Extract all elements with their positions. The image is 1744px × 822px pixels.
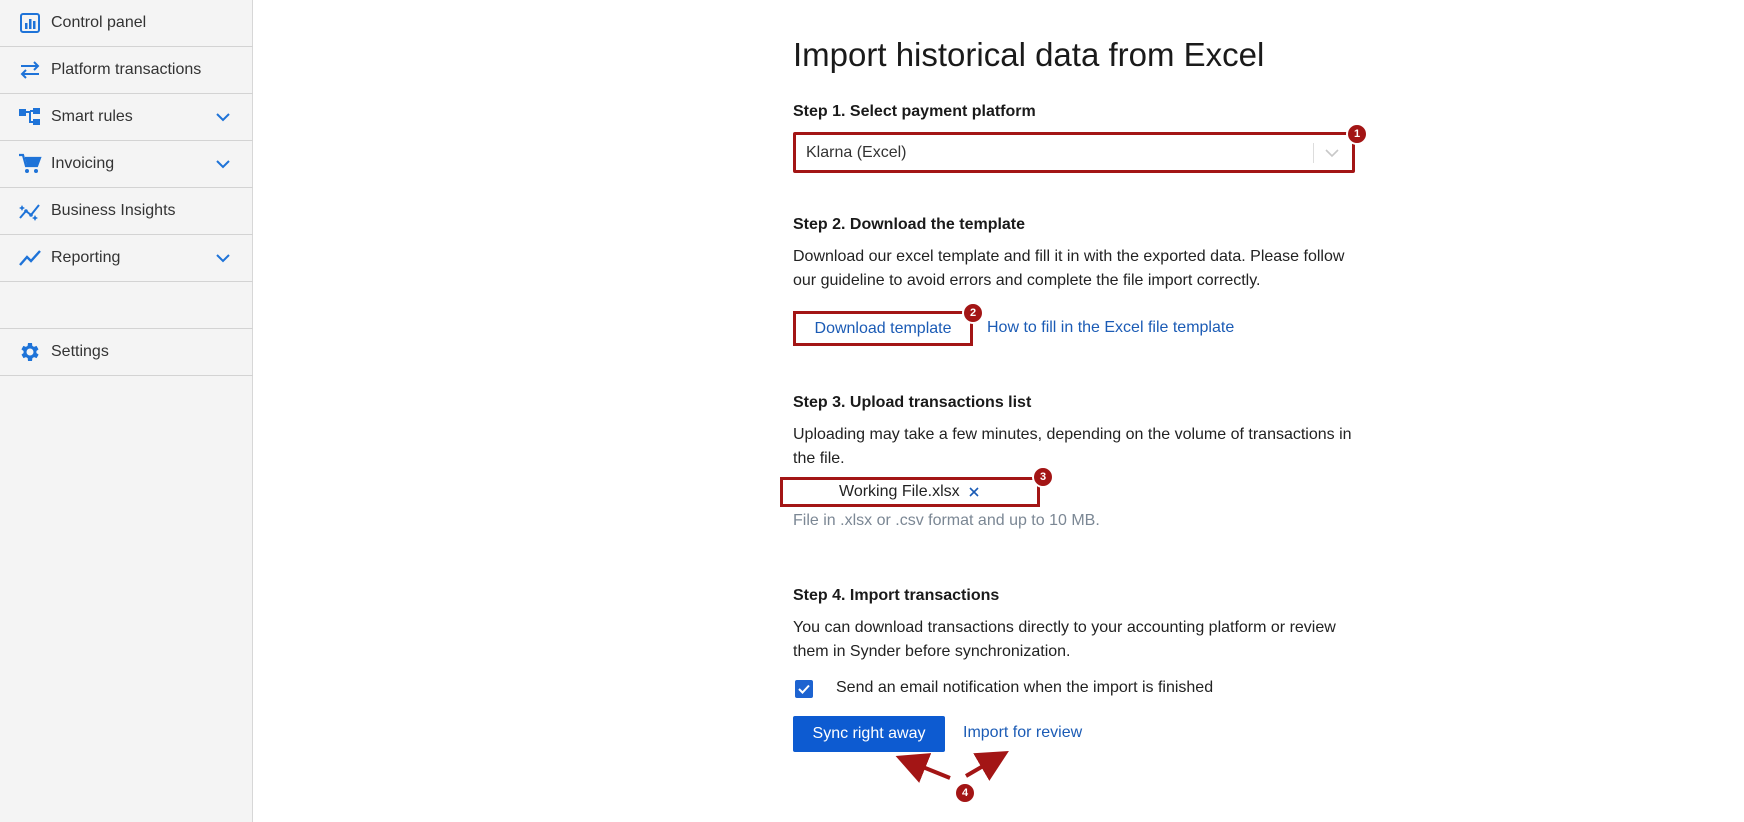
email-notification-checkbox[interactable] [795, 680, 813, 698]
template-guide-link[interactable]: How to fill in the Excel file template [987, 319, 1234, 337]
step3-description: Uploading may take a few minutes, depend… [793, 426, 1352, 467]
transfer-arrows-icon [18, 58, 42, 82]
sidebar-item-business-insights[interactable]: Business Insights [0, 188, 253, 235]
chevron-down-icon[interactable] [215, 109, 231, 125]
sidebar-item-settings[interactable]: Settings [0, 329, 253, 376]
payment-platform-select[interactable]: Klarna (Excel) [793, 132, 1355, 173]
select-separator [1313, 143, 1314, 163]
sidebar-item-invoicing[interactable]: Invoicing [0, 141, 253, 188]
step4-description: You can download transactions directly t… [793, 619, 1336, 660]
sidebar: Control panel Platform transactions Smar… [0, 0, 253, 822]
chevron-down-icon[interactable] [215, 250, 231, 266]
uploaded-file-chip: Working File.xlsx [780, 477, 1040, 507]
annotation-badge-3: 3 [1032, 466, 1054, 488]
checkmark-icon [798, 684, 810, 694]
sidebar-item-smart-rules[interactable]: Smart rules [0, 94, 253, 141]
chevron-down-icon[interactable] [1324, 145, 1340, 161]
sidebar-item-label: Smart rules [51, 108, 133, 125]
import-for-review-link[interactable]: Import for review [963, 724, 1082, 742]
sidebar-item-label: Settings [51, 343, 109, 360]
remove-file-icon[interactable] [968, 486, 980, 498]
payment-platform-value: Klarna (Excel) [806, 143, 907, 161]
gear-icon [18, 340, 42, 364]
sidebar-item-label: Business Insights [51, 202, 176, 219]
sidebar-item-reporting[interactable]: Reporting [0, 235, 253, 282]
step1-heading: Step 1. Select payment platform [793, 103, 1036, 120]
sidebar-item-label: Platform transactions [51, 61, 202, 78]
dashboard-icon [18, 11, 42, 35]
file-format-hint: File in .xlsx or .csv format and up to 1… [793, 512, 1100, 529]
hierarchy-icon [18, 105, 42, 129]
email-notification-label[interactable]: Send an email notification when the impo… [836, 679, 1213, 697]
sidebar-item-control-panel[interactable]: Control panel [0, 0, 253, 47]
sidebar-divider [0, 282, 253, 329]
step2-description: Download our excel template and fill it … [793, 248, 1345, 289]
insights-icon [18, 199, 42, 223]
page-title: Import historical data from Excel [793, 36, 1265, 73]
download-template-button[interactable]: Download template [793, 311, 973, 346]
annotation-badge-2: 2 [962, 302, 984, 324]
sidebar-item-label: Invoicing [51, 155, 115, 172]
chevron-down-icon[interactable] [215, 156, 231, 172]
step4-heading: Step 4. Import transactions [793, 587, 1000, 604]
sync-right-away-button[interactable]: Sync right away [793, 716, 945, 752]
annotation-badge-1: 1 [1346, 123, 1368, 145]
cart-icon [18, 152, 42, 176]
sidebar-item-label: Control panel [51, 14, 147, 31]
arrow-to-review-link [964, 750, 1009, 781]
sidebar-item-platform-transactions[interactable]: Platform transactions [0, 47, 253, 94]
step2-heading: Step 2. Download the template [793, 216, 1026, 233]
sidebar-item-label: Reporting [51, 249, 121, 266]
trend-line-icon [18, 246, 42, 270]
step3-heading: Step 3. Upload transactions list [793, 394, 1032, 411]
annotation-badge-4: 4 [954, 782, 976, 804]
arrow-to-sync-button [895, 753, 951, 783]
uploaded-file-name: Working File.xlsx [839, 483, 960, 500]
